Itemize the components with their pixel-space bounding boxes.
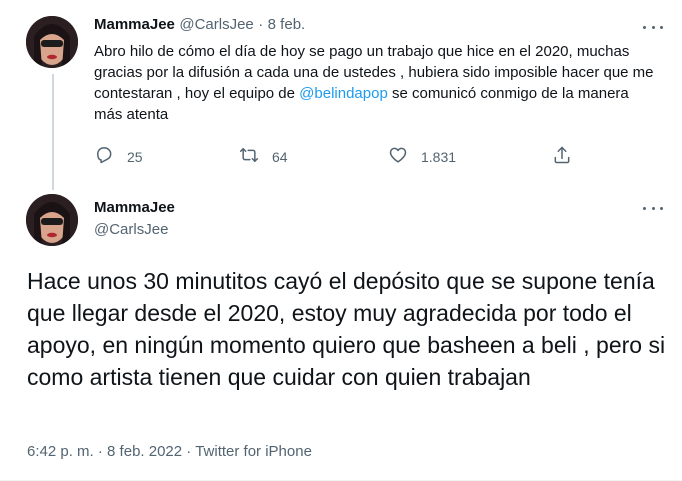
like-button[interactable]: 1.831 <box>388 145 456 168</box>
retweet-button[interactable]: 64 <box>239 145 288 168</box>
retweet-count: 64 <box>272 148 288 165</box>
retweet-icon <box>239 145 259 168</box>
handle[interactable]: @CarlsJee <box>94 221 168 238</box>
separator: · <box>97 443 103 460</box>
reply-icon <box>94 145 114 168</box>
display-name[interactable]: MammaJee <box>94 199 175 216</box>
tweet-actions: 25 64 1.831 <box>94 145 584 167</box>
reply-count: 25 <box>127 148 143 165</box>
main-tweet-text: Hace unos 30 minutitos cayó el depósito … <box>27 268 666 390</box>
share-button[interactable] <box>552 145 572 168</box>
separator: · <box>186 443 192 460</box>
mention-link[interactable]: @belindapop <box>299 85 388 102</box>
parent-tweet-text: Abro hilo de cómo el día de hoy se pago … <box>94 41 654 125</box>
display-name[interactable]: MammaJee <box>94 16 175 33</box>
tweet-time[interactable]: 6:42 p. m. <box>27 443 94 460</box>
tweet-source[interactable]: Twitter for iPhone <box>195 443 312 460</box>
handle[interactable]: @CarlsJee <box>179 16 253 33</box>
tweet-date[interactable]: 8 feb. 2022 <box>107 443 182 460</box>
tweet-meta: 6:42 p. m. · 8 feb. 2022 · Twitter for i… <box>27 443 312 460</box>
heart-icon <box>388 145 408 168</box>
like-count: 1.831 <box>421 148 457 165</box>
parent-tweet-header: MammaJee @CarlsJee · 8 feb. <box>94 16 305 34</box>
more-dots-icon[interactable] <box>643 203 663 213</box>
separator: · <box>258 16 264 33</box>
avatar[interactable] <box>26 194 78 246</box>
thread-line <box>52 74 54 190</box>
more-dots-icon[interactable] <box>643 22 663 32</box>
tweet-date[interactable]: 8 feb. <box>268 16 306 33</box>
avatar[interactable] <box>26 16 78 68</box>
share-icon <box>552 145 572 168</box>
reply-button[interactable]: 25 <box>94 145 143 168</box>
